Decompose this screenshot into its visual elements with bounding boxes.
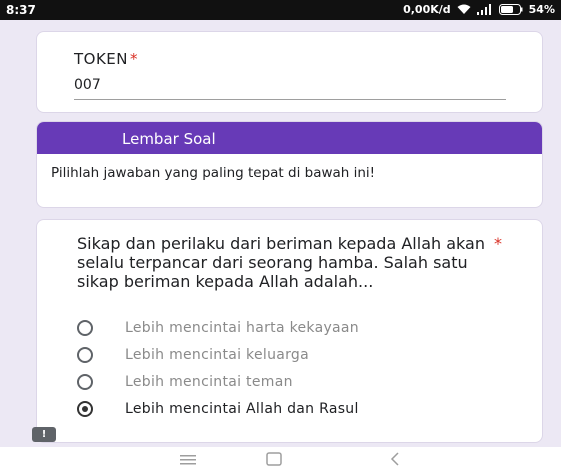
signal-icon [476,4,493,15]
answer-option[interactable]: Lebih mencintai teman [77,372,497,392]
option-label: Lebih mencintai keluarga [125,347,309,363]
section-header: Lembar Soal [37,122,542,154]
radio-button[interactable] [77,347,93,363]
token-input[interactable]: 007 [74,77,101,93]
required-asterisk: * [130,50,139,68]
feedback-icon[interactable]: ! [32,427,56,442]
option-label: Lebih mencintai teman [125,374,293,390]
status-time: 8:37 [6,3,36,17]
radio-button-checked[interactable] [77,401,93,417]
wifi-icon [457,4,471,15]
token-input-underline [74,99,506,100]
answer-option-selected[interactable]: Lebih mencintai Allah dan Rasul [77,399,497,419]
network-speed: 0,00K/d [403,3,451,16]
status-right: 0,00K/d 54% [403,3,555,16]
option-label: Lebih mencintai harta kekayaan [125,320,359,336]
menu-icon[interactable] [180,451,196,470]
question-card: Sikap dan perilaku dari beriman kepada A… [37,220,542,442]
back-icon[interactable] [390,451,400,470]
section-title: Lembar Soal [122,130,216,148]
battery-icon [498,4,523,15]
battery-percent: 54% [528,3,555,16]
question-text: Sikap dan perilaku dari beriman kepada A… [77,234,485,291]
answer-option[interactable]: Lebih mencintai harta kekayaan [77,318,497,338]
navigation-bar [0,447,561,470]
radio-button[interactable] [77,320,93,336]
token-label: TOKEN [74,50,129,68]
option-label: Lebih mencintai Allah dan Rasul [125,401,359,417]
section-card: Lembar Soal Pilihlah jawaban yang paling… [37,122,542,207]
status-bar: 8:37 0,00K/d 54% [0,0,561,20]
home-icon[interactable] [266,451,282,470]
section-description: Pilihlah jawaban yang paling tepat di ba… [51,165,376,181]
required-asterisk: * [494,234,502,253]
token-card: TOKEN * 007 [37,32,542,112]
radio-button[interactable] [77,374,93,390]
answer-option[interactable]: Lebih mencintai keluarga [77,345,497,365]
token-label-row: TOKEN * [74,50,138,68]
